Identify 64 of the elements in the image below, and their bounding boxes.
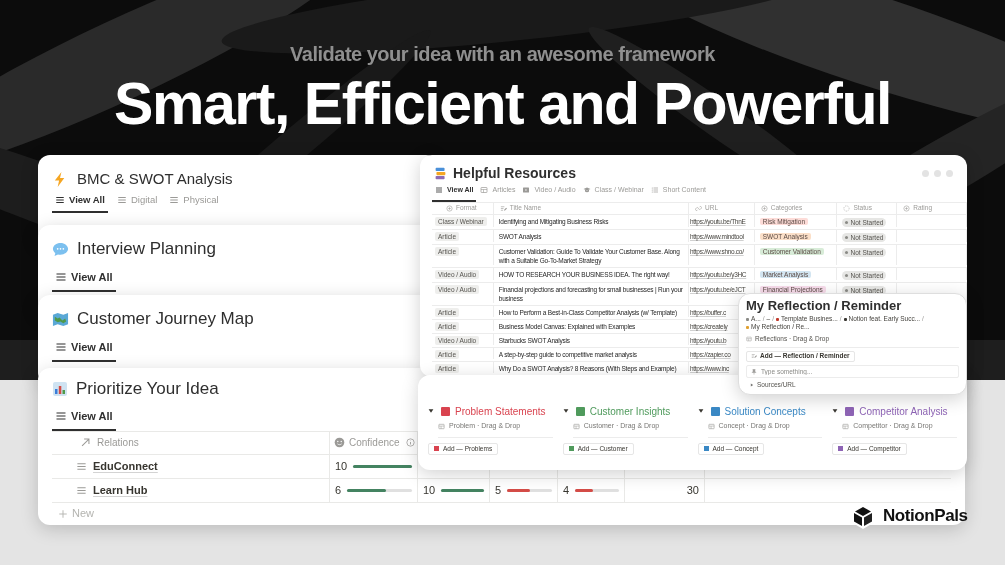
edit-icon <box>751 353 757 360</box>
meter-value: 4 <box>563 482 570 498</box>
text-icon <box>499 204 507 212</box>
drag-handle-icon <box>76 460 87 472</box>
column-header: Confidence <box>349 436 400 450</box>
list-icon <box>435 186 443 195</box>
bar-chart-icon <box>52 381 68 397</box>
caret-icon <box>832 408 839 414</box>
headline-subtitle: Validate your idea with an awesome framework <box>290 42 715 67</box>
view-tab[interactable]: View All <box>52 269 116 292</box>
page-title: My Reflection / Reminder <box>746 298 903 314</box>
books-icon <box>434 166 447 180</box>
plus-icon <box>58 508 68 519</box>
row-title[interactable]: EduConnect <box>93 457 158 475</box>
drag-handle-icon <box>76 484 87 496</box>
group-title: Competitor Analysis <box>859 404 948 419</box>
table-icon <box>842 422 850 430</box>
dashed-circle-icon <box>843 204 851 212</box>
table-icon <box>480 186 489 195</box>
table-icon <box>572 422 580 430</box>
info-icon <box>405 438 415 447</box>
group-title: Customer Insights <box>589 404 671 419</box>
page-title: Interview Planning <box>77 238 216 261</box>
meter-value: 10 <box>335 458 348 474</box>
list-icon <box>116 195 127 206</box>
graduation-cap-icon <box>582 186 591 195</box>
list-icon <box>55 341 67 354</box>
group-title: Solution Concepts <box>724 404 806 419</box>
video-icon <box>522 186 531 195</box>
caret-icon <box>697 408 704 414</box>
plus-circle-icon <box>760 204 768 212</box>
plus-circle-icon <box>903 204 911 212</box>
speech-bubble-icon <box>52 240 69 258</box>
logo-text: NotionPals <box>883 505 968 528</box>
list-icon <box>55 271 67 284</box>
view-tab[interactable]: View All <box>52 408 116 431</box>
arrow-icon <box>80 437 91 448</box>
number-cell-text: 30 <box>686 482 699 498</box>
smiley-icon <box>334 437 345 448</box>
meter-value: 5 <box>495 482 502 498</box>
column-header: Relations <box>97 436 139 450</box>
list-icon <box>169 195 180 206</box>
view-tab[interactable]: View All <box>52 339 116 362</box>
list-icon <box>55 195 65 206</box>
caret-icon <box>428 408 434 414</box>
page-title: Helpful Resources <box>453 163 576 183</box>
pin-icon <box>751 368 757 375</box>
page-title: BMC & SWOT Analysis <box>77 168 233 189</box>
view-tab[interactable]: View All <box>52 193 108 214</box>
map-icon <box>52 310 69 328</box>
headline-title: Smart, Efficient and Powerful <box>114 70 891 139</box>
caret-icon <box>562 408 569 414</box>
plus-circle-icon <box>446 204 453 212</box>
table-icon <box>746 335 752 342</box>
list-icon <box>55 410 67 423</box>
link-icon <box>695 204 703 212</box>
meter-value: 6 <box>335 482 342 498</box>
page-title: Customer Journey Map <box>77 308 254 331</box>
table-icon <box>707 422 715 430</box>
row-title[interactable]: Learn Hub <box>93 481 148 499</box>
group-title: Problem Statements <box>455 404 546 419</box>
meter-value: 10 <box>423 482 436 498</box>
table-icon <box>438 422 445 430</box>
page-title: Prioritize Your Idea <box>76 378 219 401</box>
